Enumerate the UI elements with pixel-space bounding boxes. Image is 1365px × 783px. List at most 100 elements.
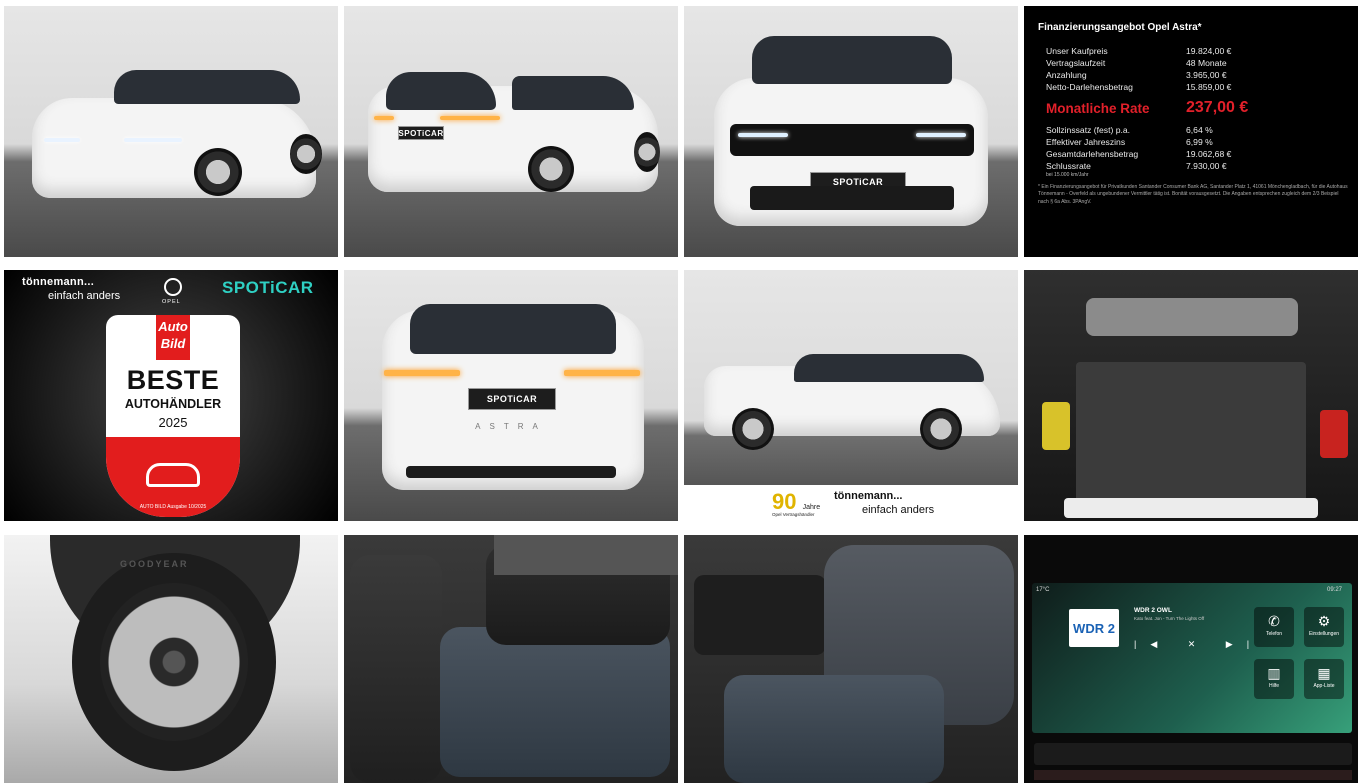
photo-rear[interactable]: SPOTiCAR ASTRA bbox=[344, 270, 678, 521]
financing-row-value: 6,99 % bbox=[1186, 137, 1213, 147]
km-note: bei 15.000 km/Jahr bbox=[1046, 172, 1089, 178]
financing-row-value: 6,64 % bbox=[1186, 125, 1213, 135]
rear-window bbox=[386, 72, 496, 110]
headlight bbox=[738, 133, 788, 137]
financing-row-label: Vertragslaufzeit bbox=[1046, 58, 1106, 68]
temperature: 17°C bbox=[1036, 587, 1050, 593]
grid-icon: ▦ bbox=[1317, 665, 1331, 681]
rear-wheel bbox=[920, 408, 962, 450]
control-strip bbox=[1034, 770, 1352, 780]
rear-wheel bbox=[528, 146, 574, 192]
trunk-cover bbox=[1086, 298, 1298, 336]
license-plate: SPOTiCAR bbox=[398, 126, 444, 140]
dealer-logo: tönnemann... bbox=[22, 276, 95, 288]
financing-offer-card[interactable]: Finanzierungsangebot Opel Astra* Unser K… bbox=[1024, 6, 1358, 257]
playback-controls: |◀ ✕ ▶| bbox=[1134, 639, 1264, 649]
award-badge-card[interactable]: tönnemann... einfach anders OPEL SPOTiCA… bbox=[4, 270, 338, 521]
dealer-slogan: einfach anders bbox=[48, 290, 121, 302]
front-wheel bbox=[634, 132, 660, 172]
financing-row-value: 19.824,00 € bbox=[1186, 46, 1232, 56]
book-icon: ▥ bbox=[1267, 665, 1281, 681]
anniversary-number: 90 bbox=[772, 489, 797, 514]
climate-controls bbox=[1034, 743, 1352, 765]
phone-icon: ✆ bbox=[1268, 613, 1280, 629]
clock: 09:27 bbox=[1326, 587, 1342, 593]
button-label: Einstellungen bbox=[1308, 631, 1340, 637]
button-label: App-Liste bbox=[1313, 683, 1335, 689]
spoticar-logo: SPOTiCAR bbox=[222, 278, 314, 297]
taillight bbox=[440, 116, 500, 120]
rear-window bbox=[410, 304, 616, 354]
rear-wheel bbox=[290, 134, 322, 174]
door-panel bbox=[494, 535, 678, 575]
opel-logo-icon bbox=[164, 278, 182, 296]
financing-row-value: 48 Monate bbox=[1186, 58, 1227, 68]
gear-icon: ⚙ bbox=[1317, 613, 1331, 629]
rear-bumper bbox=[406, 466, 616, 478]
car-icon bbox=[146, 463, 200, 487]
settings-button[interactable]: ⚙ Einstellungen bbox=[1304, 607, 1344, 647]
vizor-grille bbox=[730, 124, 974, 156]
financing-row-label: Unser Kaufpreis bbox=[1046, 46, 1108, 56]
photo-front[interactable]: SPOTiCAR bbox=[684, 6, 1018, 257]
photo-rear-seats[interactable] bbox=[344, 535, 678, 783]
taillight bbox=[384, 370, 460, 376]
photo-wheel[interactable]: GOODYEAR bbox=[4, 535, 338, 783]
financing-row-label: Effektiver Jahreszins bbox=[1046, 137, 1126, 147]
award-year: 2025 bbox=[158, 415, 188, 430]
side-net-red bbox=[1320, 410, 1348, 458]
taillight bbox=[374, 116, 394, 120]
side-net-yellow bbox=[1042, 402, 1070, 450]
track-name: Kato feat. Jon - Turn The Lights Off bbox=[1134, 616, 1205, 621]
monthly-rate-value: 237,00 € bbox=[1186, 99, 1249, 116]
photo-front-seats[interactable] bbox=[684, 535, 1018, 783]
phone-button[interactable]: ✆ Telefon bbox=[1254, 607, 1294, 647]
financing-row-value: 3.965,00 € bbox=[1186, 70, 1227, 80]
dealer-logo: tönnemann... bbox=[834, 490, 903, 502]
photo-trunk[interactable] bbox=[1024, 270, 1358, 521]
financing-row-label: Sollzinssatz (fest) p.a. bbox=[1046, 125, 1131, 135]
photo-gallery: SPOTiCAR SPOTiCAR Finanzierungsangebot O… bbox=[0, 0, 1365, 783]
financing-row-value: 19.062,68 € bbox=[1186, 149, 1232, 159]
status-bar: 17°C 09:27 bbox=[1036, 587, 1346, 593]
help-button[interactable]: ▥ Hilfe bbox=[1254, 659, 1294, 699]
taillight bbox=[564, 370, 640, 376]
license-plate: SPOTiCAR bbox=[468, 388, 556, 410]
button-label: Hilfe bbox=[1268, 683, 1279, 689]
monthly-rate-label: Monatliche Rate bbox=[1046, 101, 1150, 116]
award-shield: Auto Bild BESTE AUTOHÄNDLER 2025 AUTO BI… bbox=[106, 315, 240, 517]
dealer-slogan: einfach anders bbox=[862, 504, 935, 516]
center-console bbox=[694, 575, 826, 655]
photo-front-three-quarter[interactable] bbox=[4, 6, 338, 257]
photo-infotainment[interactable]: 17°C 09:27 WDR 2 WDR 2 OWL Kato feat. Jo… bbox=[1024, 535, 1358, 783]
tire-brand: GOODYEAR bbox=[120, 559, 189, 569]
photo-rear-three-quarter[interactable]: SPOTiCAR bbox=[344, 6, 678, 257]
app-list-button[interactable]: ▦ App-Liste bbox=[1304, 659, 1344, 699]
car-windows bbox=[114, 70, 300, 104]
opel-label: OPEL bbox=[162, 299, 181, 305]
autobild-logo: Auto Bild bbox=[156, 315, 190, 360]
seat-cushion bbox=[724, 675, 944, 783]
financing-footnote: * Ein Finanzierungsangebot für Privatkun… bbox=[1038, 184, 1348, 205]
trunk-sill bbox=[1064, 498, 1318, 518]
trunk-floor bbox=[1076, 362, 1306, 502]
rear-seat-cushion bbox=[440, 627, 670, 777]
station-name: WDR 2 OWL bbox=[1134, 607, 1172, 614]
headlight bbox=[44, 138, 80, 142]
financing-row-label: Anzahlung bbox=[1046, 70, 1087, 80]
financing-title: Finanzierungsangebot Opel Astra* bbox=[1038, 22, 1202, 33]
headlight bbox=[124, 138, 182, 142]
radio-station-logo: WDR 2 bbox=[1069, 609, 1119, 647]
dealer-banner: 90 Jahre Opel Vertragshändler tönnemann.… bbox=[684, 485, 1018, 521]
front-wheel bbox=[732, 408, 774, 450]
button-label: Telefon bbox=[1265, 631, 1283, 637]
windshield bbox=[752, 36, 952, 84]
lower-grille bbox=[750, 186, 954, 210]
infotainment-screen bbox=[1032, 583, 1352, 733]
photo-side[interactable]: 90 Jahre Opel Vertragshändler tönnemann.… bbox=[684, 270, 1018, 521]
financing-row-label: Schlussrate bbox=[1046, 161, 1091, 171]
astra-badge: ASTRA bbox=[475, 422, 547, 431]
financing-row-label: Netto-Darlehensbetrag bbox=[1046, 82, 1133, 92]
financing-row-value: 15.859,00 € bbox=[1186, 82, 1232, 92]
award-issue: AUTO BILD Ausgabe 10/2025 bbox=[139, 504, 207, 510]
